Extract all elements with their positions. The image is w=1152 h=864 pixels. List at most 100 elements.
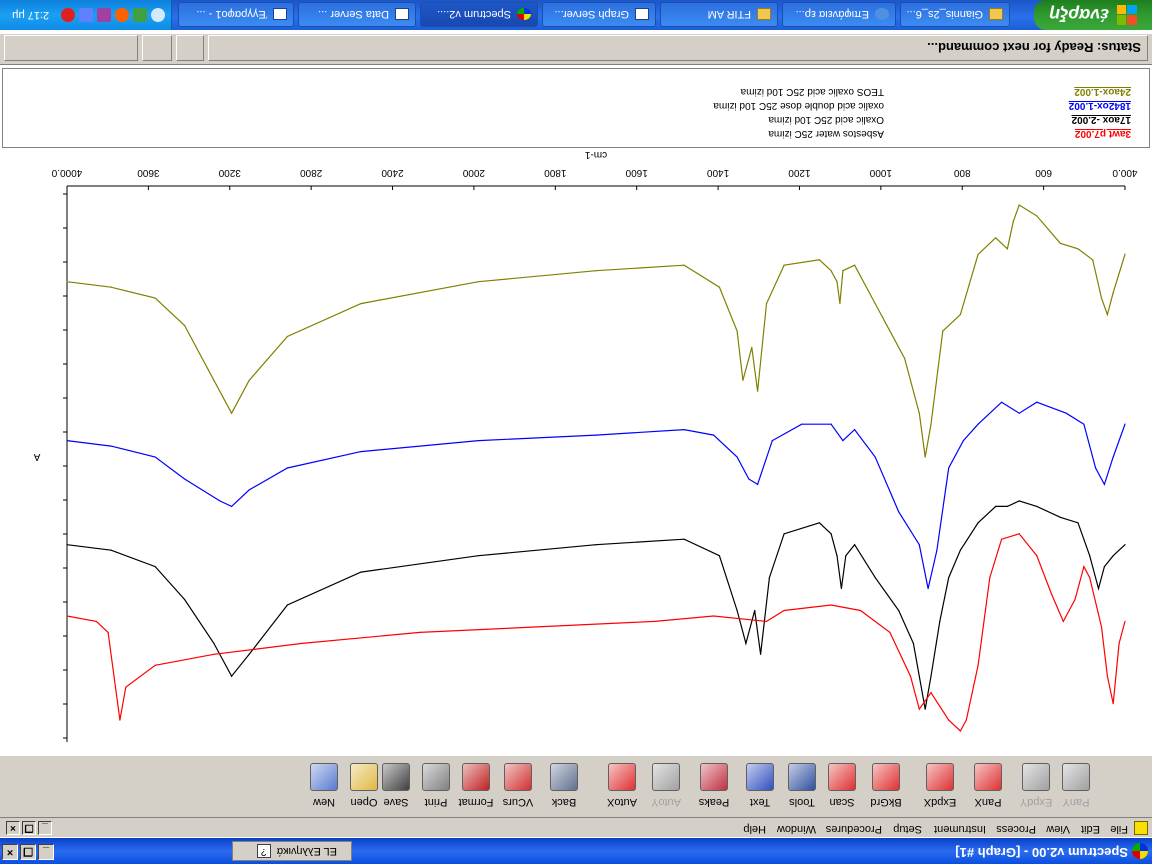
data-point <box>742 379 744 381</box>
data-point <box>248 653 250 655</box>
data-point <box>948 577 950 579</box>
data-point <box>154 566 156 568</box>
data-point <box>1103 483 1106 486</box>
window-icon <box>635 8 649 21</box>
status-bar: Status: Ready for next command... <box>0 33 1152 65</box>
data-point <box>1018 500 1020 502</box>
data-point <box>183 324 186 327</box>
minimize-button[interactable]: _ <box>38 844 54 860</box>
data-point <box>1077 522 1079 524</box>
language-bar[interactable]: EL Ελληνικά ? <box>232 841 352 861</box>
close-button[interactable]: × <box>2 844 18 860</box>
data-point <box>898 609 900 612</box>
menu-help[interactable]: Help <box>743 823 766 835</box>
data-point <box>830 270 832 272</box>
pany-button[interactable]: PanY <box>1056 757 1096 813</box>
data-point <box>757 483 759 486</box>
data-point <box>1000 538 1003 540</box>
alert-icon[interactable] <box>61 8 75 22</box>
data-point <box>1124 620 1126 623</box>
data-point <box>842 440 844 442</box>
new-button[interactable]: New <box>304 757 344 813</box>
x-tick-label: 800 <box>953 167 970 178</box>
x-tick-label: 1400 <box>707 167 730 178</box>
data-point <box>213 642 215 644</box>
menu-instrument[interactable]: Instrument <box>934 823 986 835</box>
taskbar-button-ftir[interactable]: FTIR AM <box>660 2 778 27</box>
taskbar-button-ie[interactable]: Επιφάνεια ερ... <box>782 2 896 27</box>
data-point <box>765 620 768 623</box>
tools-button[interactable]: Tools <box>782 757 822 813</box>
menu-file[interactable]: File <box>1110 823 1128 835</box>
x-tick-label: 400.0 <box>1112 167 1137 178</box>
data-point <box>1112 456 1114 458</box>
data-point <box>830 604 832 606</box>
toolbar-button-label: Text <box>749 796 771 808</box>
menu-view[interactable]: View <box>1046 823 1070 835</box>
bkgrd-button[interactable]: BkGrd <box>866 757 906 813</box>
data-point <box>248 379 250 381</box>
print-button[interactable]: Print <box>416 757 456 813</box>
help-icon[interactable]: ? <box>256 844 271 858</box>
autox-button[interactable]: AutoX <box>602 757 642 813</box>
legend-entry[interactable]: 1842ox-1.002 oxalic acid double dose 25C… <box>1 97 1149 111</box>
panx-button[interactable]: PanX <box>968 757 1008 813</box>
menu-process[interactable]: Process <box>996 823 1036 835</box>
data-point <box>683 264 685 266</box>
background-icon <box>872 763 900 791</box>
autoy-button[interactable]: AutoY <box>646 757 686 813</box>
restore-button[interactable]: ❐ <box>20 844 36 860</box>
menu-setup[interactable]: Setup <box>893 823 922 835</box>
scan-button[interactable]: Scan <box>822 757 862 813</box>
mdi-close-button[interactable]: × <box>6 821 20 835</box>
network-icon[interactable] <box>133 8 147 22</box>
back-button[interactable]: Back <box>544 757 584 813</box>
legend-name: 3awt p7.002 <box>1074 128 1131 139</box>
data-point <box>924 708 926 710</box>
security-icon[interactable] <box>97 8 111 22</box>
data-point <box>909 675 912 677</box>
menu-edit[interactable]: Edit <box>1081 823 1100 835</box>
antivirus-icon[interactable] <box>115 8 129 22</box>
spectrum-chart[interactable]: 4000.0 3600 3200 2800 2400 2000 1800 1600 1400 12… <box>0 149 1152 756</box>
taskbar-button-spectrum[interactable]: Spectrum v2.... <box>420 2 538 27</box>
format-button[interactable]: Format <box>456 757 496 813</box>
vertical-cursor-icon <box>504 763 532 791</box>
start-button[interactable]: έναρξη <box>1034 0 1152 30</box>
data-point <box>736 609 738 612</box>
data-point <box>959 549 962 551</box>
legend-entry[interactable]: 24aox-1.002 TEOS oxalic acid 25C 10d izi… <box>1 83 1149 97</box>
save-button[interactable]: Save <box>376 757 416 813</box>
data-point <box>818 522 820 524</box>
vcurs-button[interactable]: VCurs <box>498 757 538 813</box>
peaks-button[interactable]: Peaks <box>694 757 734 813</box>
spectrum-plot[interactable]: 4000.0 3600 3200 2800 2400 2000 1800 1600 1400 12… <box>0 149 1152 756</box>
taskbar-button-word[interactable]: Έγγραφο1 - ... <box>178 2 294 27</box>
mdi-minimize-button[interactable]: _ <box>38 821 52 835</box>
display-icon[interactable] <box>79 8 93 22</box>
pan-x-icon <box>974 763 1002 791</box>
legend-desc: oxalic acid double dose 25C 10d izima <box>713 100 884 111</box>
data-point <box>113 675 115 677</box>
data-point <box>830 533 832 535</box>
taskbar-button-folder[interactable]: Giannis_2s_6... <box>900 2 1010 27</box>
command-toolbar: New Open Save Print Format VCurs Back AutoX Auto… <box>0 756 1152 818</box>
menu-procedures[interactable]: Procedures <box>826 823 882 835</box>
data-point <box>683 429 685 431</box>
expdy-button[interactable]: ExpdY <box>1016 757 1056 813</box>
document-icon[interactable] <box>1134 821 1148 835</box>
taskbar-button-data-server[interactable]: Data Server ... <box>298 2 416 27</box>
mdi-restore-button[interactable]: ❐ <box>22 821 36 835</box>
chevron-left-icon[interactable] <box>151 8 165 22</box>
legend-entry[interactable]: 3awt p7.002 Asbestos water 25C izima <box>1 125 1149 139</box>
tools-icon <box>788 763 816 791</box>
data-point <box>1089 577 1091 579</box>
data-point <box>95 620 97 623</box>
text-button[interactable]: Text <box>740 757 780 813</box>
menu-window[interactable]: Window <box>777 823 816 835</box>
legend-entry[interactable]: 17aox -2.002 Oxalic acid 25C 10d izima <box>1 111 1149 125</box>
expdx-button[interactable]: ExpdX <box>920 757 960 813</box>
taskbar-button-graph-server[interactable]: Graph Server... <box>542 2 656 27</box>
data-point <box>1018 533 1020 535</box>
data-point <box>889 631 891 633</box>
